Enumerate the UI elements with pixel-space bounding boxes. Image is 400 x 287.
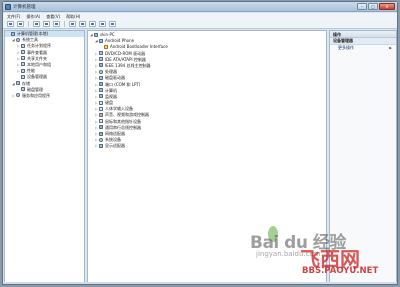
computer-icon: [99, 88, 103, 93]
nav-tree-item-label: 事件查看器: [27, 49, 47, 55]
properties-icon[interactable]: [53, 21, 60, 27]
more-actions-link[interactable]: 更多操作 ▶: [330, 45, 396, 52]
perf-icon: [21, 68, 25, 73]
status-bar: [3, 282, 397, 284]
back-icon[interactable]: [7, 21, 14, 27]
hid-icon: [99, 106, 103, 111]
device-tree-item-label: Android Bootloader Interface: [110, 44, 168, 50]
dvd-icon: [99, 51, 103, 56]
computer-management-icon: [5, 4, 11, 10]
folder-icon: [21, 56, 25, 61]
up-icon[interactable]: [33, 21, 40, 27]
device-tree-item-label: 磁盘驱动器: [105, 75, 125, 81]
usb-icon: [99, 125, 103, 130]
event-icon: [21, 50, 25, 55]
network-icon: [99, 131, 103, 136]
nav-tree-item-label: 计算机管理(本地): [17, 31, 49, 36]
nav-tree-item-label: 性能: [27, 68, 35, 74]
device-tree-item-label: IDE ATA/ATAPI 控制器: [105, 56, 146, 62]
chevron-right-icon: ▶: [389, 45, 392, 50]
window-title: 计算机管理: [13, 5, 36, 10]
port-icon: [99, 82, 103, 86]
actions-section-label: 设备管理器: [333, 38, 353, 43]
ieee1394-icon: [99, 63, 103, 68]
disable-icon[interactable]: [109, 21, 116, 27]
mouse-icon: [99, 119, 103, 124]
device-tree-item-label: skin-PC: [100, 32, 115, 37]
actions-header: 操作: [330, 31, 396, 38]
show-hide-tree-icon[interactable]: [43, 21, 50, 27]
device-tree-item-label: 人体学输入设备: [105, 106, 133, 112]
device-tree-item-label: 键盘: [105, 100, 113, 106]
toolbar-separator: [28, 21, 29, 27]
services-icon: [16, 93, 20, 98]
minimize-button[interactable]: –: [357, 3, 367, 10]
more-actions-label: 更多操作: [338, 44, 354, 50]
system-icon: [99, 137, 103, 142]
device-tree-item-label: 显示适配器: [105, 143, 125, 149]
nav-tree-item-label: 系统工具: [22, 37, 38, 43]
users-icon: [21, 62, 25, 67]
device-tree-item-label: 鼠标和其他指针设备: [105, 118, 141, 124]
device-tree-item-label: 系统设备: [105, 137, 121, 143]
device-tree-item-label: Android Phone: [105, 38, 135, 44]
device-tree-item-label: 计算机: [105, 87, 117, 93]
window-controls: – □ ✕: [357, 3, 395, 10]
navigation-tree-pane: 计算机管理(本地) ◢ 系统工具 ▷ 任务计划程序 ▷ 事件查看器 ▷ 共享文件夹 ▷ 本地用户和组…: [4, 30, 85, 284]
clock-icon: [21, 43, 25, 48]
nav-tree-item-label: 共享文件夹: [27, 55, 47, 61]
menu-bar: 文件(F) 操作(A) 查看(V) 帮助(H): [3, 13, 397, 20]
device-tree-item-label: 通用串行总线控制器: [105, 124, 141, 130]
tools-icon: [16, 37, 20, 42]
ide-icon: [99, 57, 103, 62]
computer-icon: [11, 31, 15, 36]
device-tree-item-label: DVD/CD-ROM 驱动器: [105, 50, 146, 56]
warning-device-icon: [104, 44, 108, 49]
device-tree-item-label: 监视器: [105, 93, 117, 99]
nav-tree-item-label: 服务和应用程序: [22, 92, 50, 98]
close-button[interactable]: ✕: [379, 3, 395, 10]
menu-action[interactable]: 操作(A): [26, 13, 40, 20]
device-tree-item-label: 声音、视频和游戏控制器: [105, 112, 149, 118]
monitor-icon: [99, 94, 103, 99]
disk-icon: [21, 87, 25, 92]
help-icon[interactable]: [69, 21, 76, 27]
menu-file[interactable]: 文件(F): [7, 13, 20, 20]
nav-tree-item-label: 本地用户和组: [27, 61, 51, 67]
nav-tree-item[interactable]: ▷ 服务和应用程序: [5, 93, 84, 99]
disk-drive-icon: [99, 75, 103, 80]
uninstall-icon[interactable]: [99, 21, 106, 27]
processor-icon: [99, 69, 103, 74]
forward-icon[interactable]: [17, 21, 24, 27]
device-tree-item-label: 端口 (COM 和 LPT): [105, 81, 141, 87]
menu-help[interactable]: 帮助(H): [66, 13, 80, 20]
toolbar: [3, 20, 397, 29]
keyboard-icon: [99, 100, 103, 105]
device-manager-icon: [21, 74, 25, 79]
sound-icon: [99, 112, 103, 117]
toolbar-separator: [64, 21, 65, 27]
site-url-watermark: BBS.PAOYU.NET: [302, 266, 379, 276]
nav-tree-item-label: 磁盘管理: [27, 86, 43, 92]
display-icon: [99, 143, 103, 148]
maximize-button[interactable]: □: [368, 3, 378, 10]
device-tree-item[interactable]: ▷ 显示适配器: [88, 143, 326, 149]
nav-tree-item-label: 任务计划程序: [27, 43, 51, 49]
nav-tree-item-label: 存储: [22, 80, 30, 86]
menu-view[interactable]: 查看(V): [46, 13, 60, 20]
storage-icon: [16, 81, 20, 85]
computer-icon: [94, 32, 98, 37]
update-driver-icon[interactable]: [89, 21, 96, 27]
title-bar[interactable]: 计算机管理 – □ ✕: [3, 2, 397, 12]
device-tree-item-label: IEEE 1394 总线主控制器: [105, 62, 151, 68]
phone-icon: [99, 38, 103, 43]
device-tree-item-label: 处理器: [105, 69, 117, 75]
scan-hardware-icon[interactable]: [79, 21, 86, 27]
device-tree-item-label: 网络适配器: [105, 131, 125, 136]
nav-tree-item-label: 设备管理器: [27, 74, 47, 80]
